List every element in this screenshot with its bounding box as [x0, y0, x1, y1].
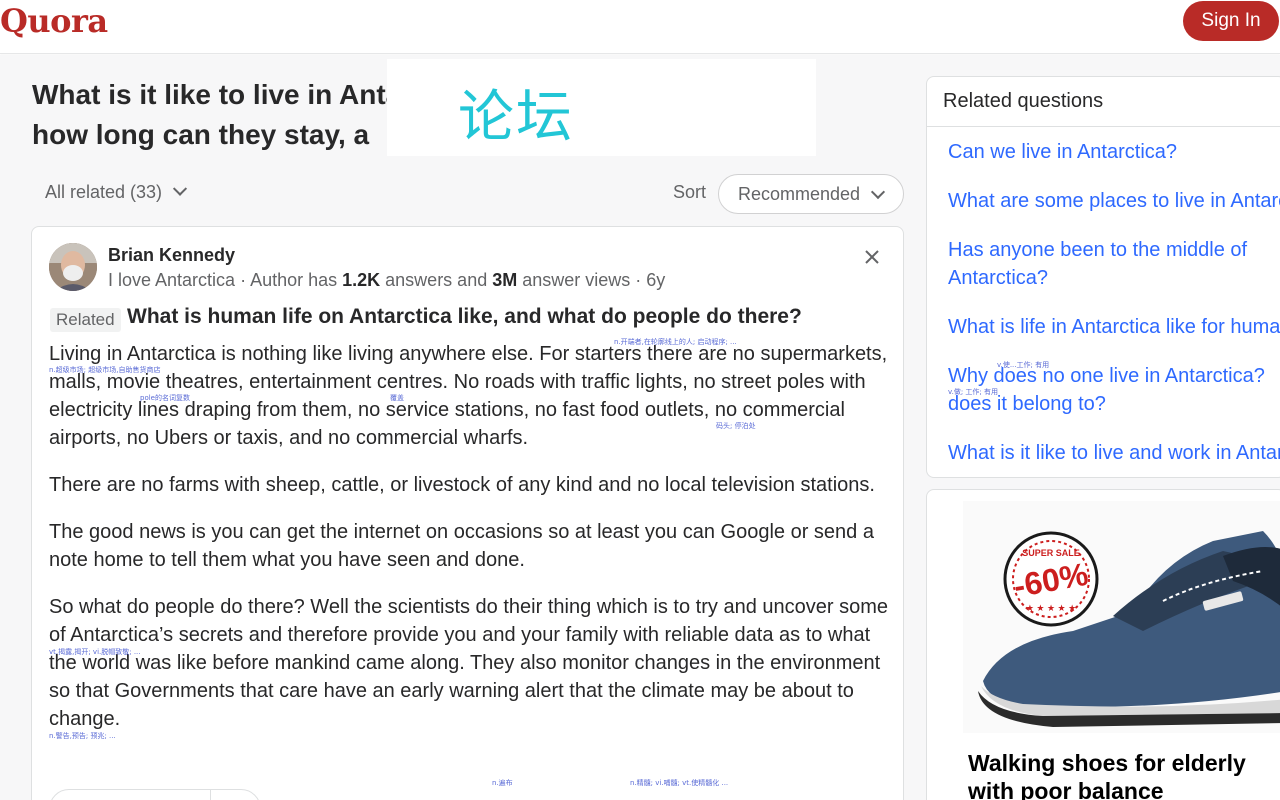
related-tag: Related [50, 308, 121, 332]
all-related-filter[interactable]: All related (33) [45, 181, 188, 203]
related-question-item[interactable]: Why does no one live in Antarctica? [948, 362, 1265, 390]
translation-annotation: v.使...工作; 有用 [997, 361, 1050, 369]
author-name[interactable]: Brian Kennedy [108, 245, 235, 266]
related-question-item-cont[interactable]: Antarctica? [948, 264, 1048, 292]
answer-card: Brian Kennedy I love Antarctica · Author… [31, 226, 904, 800]
avatar[interactable] [49, 243, 97, 291]
related-question-item[interactable]: What are some places to live in Antarcti… [948, 187, 1280, 215]
chevron-down-icon [173, 181, 188, 196]
svg-text:★ ★ ★ ★ ★: ★ ★ ★ ★ ★ [1026, 603, 1076, 613]
sort-dropdown[interactable]: Recommended [718, 174, 904, 214]
translation-annotation: n.遍布 [492, 779, 513, 787]
vote-divider [210, 790, 211, 800]
sign-in-button[interactable]: Sign In [1183, 1, 1279, 41]
translation-annotation: pole的名词复数 [140, 394, 190, 402]
related-questions-panel: Related questions Can we live in Antarct… [926, 76, 1280, 478]
translation-annotation: 覆盖 [390, 394, 404, 402]
related-question-item[interactable]: Can we live in Antarctica? [948, 138, 1177, 166]
author-credentials: I love Antarctica · Author has 1.2K answ… [108, 270, 666, 290]
sale-badge-top: SUPER SALE [1022, 548, 1080, 558]
answer-paragraph: There are no farms with sheep, cattle, o… [49, 474, 875, 496]
ad-shoe-image[interactable]: SUPER SALE -60% ★ ★ ★ ★ ★ [963, 501, 1280, 733]
related-question-item[interactable]: Has anyone been to the middle of [948, 236, 1247, 264]
overlay-banner [387, 59, 816, 156]
advertisement[interactable]: SUPER SALE -60% ★ ★ ★ ★ ★ Walking shoes … [926, 489, 1280, 800]
related-question-link[interactable]: What is human life on Antarctica like, a… [127, 305, 802, 329]
chevron-down-icon [870, 184, 886, 200]
top-bar: Quora Sign In [0, 0, 1280, 54]
sale-badge-icon: SUPER SALE -60% ★ ★ ★ ★ ★ [1003, 531, 1099, 627]
translation-annotation: n.精髓; vi.哺髓; vt.使精髓化 ... [630, 779, 729, 787]
ad-title-line-1: Walking shoes for elderly [968, 750, 1246, 776]
ad-title-line-2: with poor balance [968, 778, 1164, 800]
sort-value: Recommended [738, 184, 861, 204]
sort-label: Sort [673, 182, 707, 202]
answer-paragraph: The good news is you can get the interne… [49, 521, 874, 571]
vote-buttons[interactable] [49, 789, 261, 800]
overlay-forum-text: 论坛 [458, 85, 574, 150]
translation-annotation: 码头; 停泊处 [716, 422, 756, 430]
translation-annotation: n.警告,预告; 预兆; ... [49, 732, 116, 740]
translation-annotation: n.开端者,在轮廓线上的人; 启动程序; ... [614, 338, 737, 346]
translation-annotation: n.超级市场; 超级市场,自助售货商店 [49, 366, 161, 374]
divider [927, 126, 1280, 127]
related-question-item[interactable]: What is life in Antarctica like for huma… [948, 313, 1280, 341]
all-related-label: All related (33) [45, 182, 163, 202]
related-question-item[interactable]: What is it like to live and work in Anta… [948, 439, 1280, 467]
answer-paragraph: So what do people do there? Well the sci… [49, 596, 888, 730]
translation-annotation: vt.揭露,揭开; vi.脱帽致敬; ... [49, 648, 141, 656]
ad-title[interactable]: Walking shoes for elderly with poor bala… [968, 749, 1246, 800]
related-questions-header: Related questions [943, 90, 1104, 112]
close-icon[interactable] [858, 243, 886, 271]
translation-annotation: v.做; 工作; 有用 [948, 388, 998, 396]
quora-logo[interactable]: Quora [0, 2, 108, 40]
